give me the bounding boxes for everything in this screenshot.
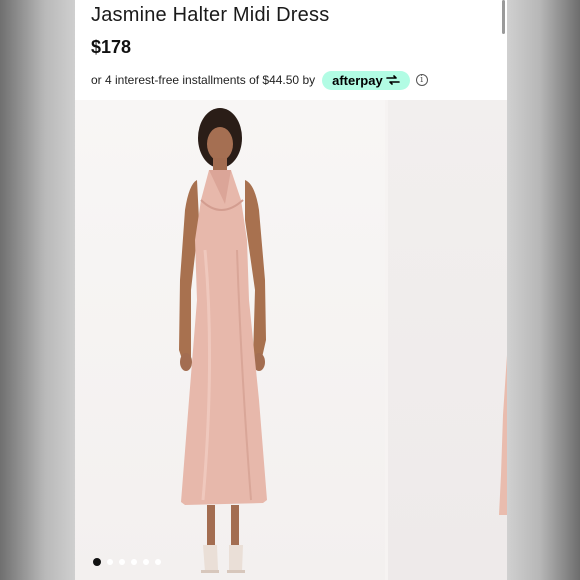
scrollbar-thumb[interactable]: [502, 0, 505, 34]
product-price: $178: [91, 37, 132, 57]
model-in-dress-image: [179, 108, 267, 573]
carousel-dot-1[interactable]: [93, 558, 101, 566]
afterpay-label: afterpay: [332, 72, 383, 88]
carousel-dot-3[interactable]: [119, 559, 125, 565]
carousel-dot-6[interactable]: [155, 559, 161, 565]
afterpay-badge[interactable]: afterpay: [322, 70, 410, 90]
product-image-next[interactable]: [388, 100, 507, 580]
carousel-indicators: [93, 558, 161, 566]
carousel-dot-4[interactable]: [131, 559, 137, 565]
installments-row: or 4 interest-free installments of $44.5…: [91, 70, 428, 90]
background-blur-right: [507, 0, 580, 580]
product-page: Jasmine Halter Midi Dress $178 or 4 inte…: [75, 0, 507, 580]
carousel-dot-5[interactable]: [143, 559, 149, 565]
background-blur-left: [0, 0, 75, 580]
product-title: Jasmine Halter Midi Dress: [91, 4, 330, 26]
carousel-dot-2[interactable]: [107, 559, 113, 565]
product-image-main[interactable]: [75, 100, 385, 580]
image-gallery[interactable]: [75, 100, 507, 580]
next-image-peek: [499, 355, 507, 515]
installments-text: or 4 interest-free installments of $44.5…: [91, 73, 316, 87]
info-icon[interactable]: i: [415, 74, 428, 86]
afterpay-arrows-icon: [385, 75, 400, 85]
